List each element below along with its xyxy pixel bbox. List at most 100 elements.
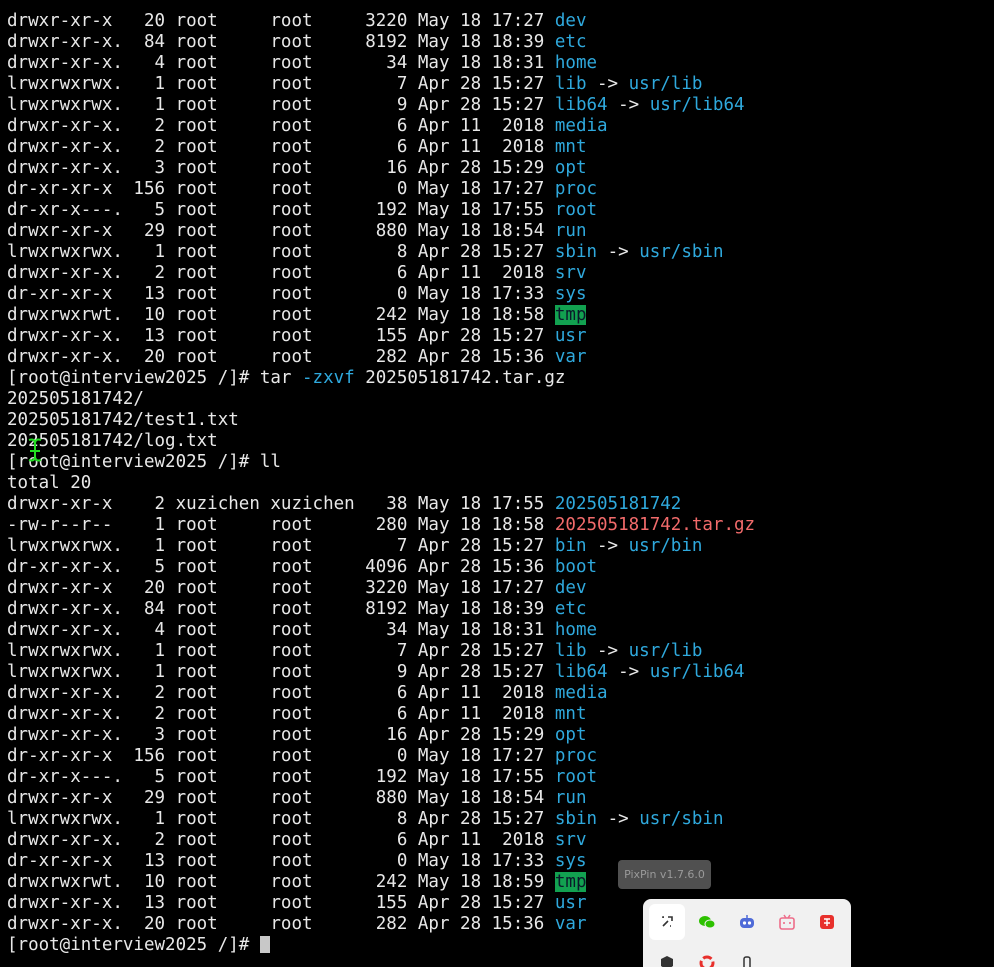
line-text: drwxr-xr-x. 4 root root 34 May 18 18:31 xyxy=(7,53,555,73)
line-text: drwxr-xr-x 20 root root 3220 May 18 17:2… xyxy=(7,578,555,598)
line-text: dr-xr-xr-x 156 root root 0 May 18 17:27 xyxy=(7,746,555,766)
terminal-line: dr-xr-xr-x 156 root root 0 May 18 17:27 … xyxy=(7,746,755,767)
line-text: drwxr-xr-x. 2 root root 6 Apr 11 2018 xyxy=(7,116,555,136)
line-text: dr-xr-xr-x 156 root root 0 May 18 17:27 xyxy=(7,179,555,199)
line-text: lrwxrwxrwx. 1 root root 9 Apr 28 15:27 xyxy=(7,662,555,682)
line-text: drwxr-xr-x. 13 root root 155 Apr 28 15:2… xyxy=(7,326,555,346)
filename: usr/lib64 xyxy=(649,95,745,115)
filename: sys xyxy=(554,284,587,304)
line-text: drwxr-xr-x. 4 root root 34 May 18 18:31 xyxy=(7,620,555,640)
terminal-window[interactable]: drwxr-xr-x 20 root root 3220 May 18 17:2… xyxy=(0,0,994,967)
filename: lib xyxy=(554,641,587,661)
terminal-line: dr-xr-xr-x 13 root root 0 May 18 17:33 s… xyxy=(7,284,755,305)
terminal-line: [root@interview2025 /]# tar -zxvf 202505… xyxy=(7,368,755,389)
toolbar-row2-button-3[interactable] xyxy=(729,945,765,967)
filename: sys xyxy=(554,851,587,871)
line-text: drwxr-xr-x. 20 root root 282 Apr 28 15:3… xyxy=(7,914,555,934)
terminal-line: drwxr-xr-x 29 root root 880 May 18 18:54… xyxy=(7,221,755,242)
bot-icon-button[interactable] xyxy=(729,904,765,940)
terminal-line: drwxrwxrwt. 10 root root 242 May 18 18:5… xyxy=(7,305,755,326)
line-text: -> xyxy=(586,74,629,94)
terminal-line: [root@interview2025 /]# ll xyxy=(7,452,755,473)
filename: media xyxy=(554,683,608,703)
filename: lib64 xyxy=(554,662,608,682)
filename: usr/lib64 xyxy=(649,662,745,682)
terminal-line: dr-xr-x---. 5 root root 192 May 18 17:55… xyxy=(7,767,755,788)
terminal-line: drwxr-xr-x. 84 root root 8192 May 18 18:… xyxy=(7,32,755,53)
filename: usr/sbin xyxy=(639,242,724,262)
terminal-line: drwxr-xr-x 20 root root 3220 May 18 17:2… xyxy=(7,578,755,599)
line-text: [root@interview2025 /]# ll xyxy=(7,452,281,472)
filename: usr xyxy=(554,326,587,346)
terminal-line: drwxr-xr-x 29 root root 880 May 18 18:54… xyxy=(7,788,755,809)
wechat-icon-button[interactable] xyxy=(689,904,725,940)
terminal-line: drwxr-xr-x. 4 root root 34 May 18 18:31 … xyxy=(7,53,755,74)
line-text: 202505181742.tar.gz xyxy=(354,368,566,388)
filename: dev xyxy=(554,578,587,598)
line-text: -> xyxy=(597,242,640,262)
app-icon-button[interactable] xyxy=(809,904,845,940)
line-text: drwxr-xr-x. 84 root root 8192 May 18 18:… xyxy=(7,599,555,619)
terminal-line: dr-xr-xr-x 156 root root 0 May 18 17:27 … xyxy=(7,179,755,200)
line-text: dr-xr-xr-x 13 root root 0 May 18 17:33 xyxy=(7,851,555,871)
terminal-line: dr-xr-x---. 5 root root 192 May 18 17:55… xyxy=(7,200,755,221)
terminal-line: total 20 xyxy=(7,473,755,494)
line-text: drwxr-xr-x. 84 root root 8192 May 18 18:… xyxy=(7,32,555,52)
terminal-line: drwxr-xr-x. 13 root root 155 Apr 28 15:2… xyxy=(7,326,755,347)
filename: etc xyxy=(554,32,587,52)
terminal-line: drwxr-xr-x. 3 root root 16 Apr 28 15:29 … xyxy=(7,725,755,746)
bilibili-icon-button[interactable] xyxy=(769,904,805,940)
pin-icon-button[interactable] xyxy=(649,904,685,940)
terminal-line: drwxr-xr-x 2 xuzichen xuzichen 38 May 18… xyxy=(7,494,755,515)
pin-icon xyxy=(662,916,673,927)
line-text: dr-xr-x---. 5 root root 192 May 18 17:55 xyxy=(7,767,555,787)
terminal-line: 202505181742/test1.txt xyxy=(7,410,755,431)
filename: mnt xyxy=(554,704,587,724)
filename: tmp xyxy=(554,305,587,325)
terminal-line: lrwxrwxrwx. 1 root root 7 Apr 28 15:27 l… xyxy=(7,641,755,662)
line-text: drwxr-xr-x. 2 root root 6 Apr 11 2018 xyxy=(7,137,555,157)
line-text: -> xyxy=(607,662,650,682)
filename: 202505181742 xyxy=(554,494,682,514)
line-text: drwxr-xr-x. 2 root root 6 Apr 11 2018 xyxy=(7,704,555,724)
line-text: -> xyxy=(586,641,629,661)
filename: usr/lib xyxy=(628,641,703,661)
terminal-line: 202505181742/log.txt xyxy=(7,431,755,452)
pixpin-toolbar xyxy=(643,899,851,967)
terminal-line: drwxr-xr-x 20 root root 3220 May 18 17:2… xyxy=(7,11,755,32)
line-text: drwxr-xr-x. 2 root root 6 Apr 11 2018 xyxy=(7,830,555,850)
line-text: lrwxrwxrwx. 1 root root 7 Apr 28 15:27 xyxy=(7,641,555,661)
terminal-line: drwxr-xr-x. 2 root root 6 Apr 11 2018 me… xyxy=(7,683,755,704)
bottle-icon xyxy=(743,956,751,967)
filename: dev xyxy=(554,11,587,31)
filename: bin xyxy=(554,536,587,556)
terminal-line: lrwxrwxrwx. 1 root root 7 Apr 28 15:27 l… xyxy=(7,74,755,95)
line-text: drwxrwxrwt. 10 root root 242 May 18 18:5… xyxy=(7,872,555,892)
line-text: dr-xr-x---. 5 root root 192 May 18 17:55 xyxy=(7,200,555,220)
wechat-icon xyxy=(699,916,716,929)
tv-icon xyxy=(779,914,795,930)
line-text: -> xyxy=(586,536,629,556)
line-text: lrwxrwxrwx. 1 root root 7 Apr 28 15:27 xyxy=(7,536,555,556)
line-text: 202505181742/test1.txt xyxy=(7,410,239,430)
toolbar-row2-button-2[interactable] xyxy=(689,945,725,967)
filename: srv xyxy=(554,830,587,850)
filename: lib xyxy=(554,74,587,94)
line-text: lrwxrwxrwx. 1 root root 7 Apr 28 15:27 xyxy=(7,74,555,94)
filename: usr/lib xyxy=(628,74,703,94)
terminal-line: 202505181742/ xyxy=(7,389,755,410)
robot-icon xyxy=(740,915,754,928)
line-text: lrwxrwxrwx. 1 root root 9 Apr 28 15:27 xyxy=(7,95,555,115)
line-text: dr-xr-xr-x 13 root root 0 May 18 17:33 xyxy=(7,284,555,304)
pixpin-version-tooltip: PixPin v1.7.6.0 xyxy=(618,860,711,889)
line-text: lrwxrwxrwx. 1 root root 8 Apr 28 15:27 xyxy=(7,809,555,829)
color-ring-icon xyxy=(699,955,715,967)
filename: usr/bin xyxy=(628,536,703,556)
filename: usr/sbin xyxy=(639,809,724,829)
terminal-line: dr-xr-xr-x. 5 root root 4096 Apr 28 15:3… xyxy=(7,557,755,578)
toolbar-row2-button-1[interactable] xyxy=(649,945,685,967)
filename: mnt xyxy=(554,137,587,157)
line-text: lrwxrwxrwx. 1 root root 8 Apr 28 15:27 xyxy=(7,242,555,262)
shell-prompt: [root@interview2025 /]# xyxy=(7,935,260,955)
filename: run xyxy=(554,221,587,241)
